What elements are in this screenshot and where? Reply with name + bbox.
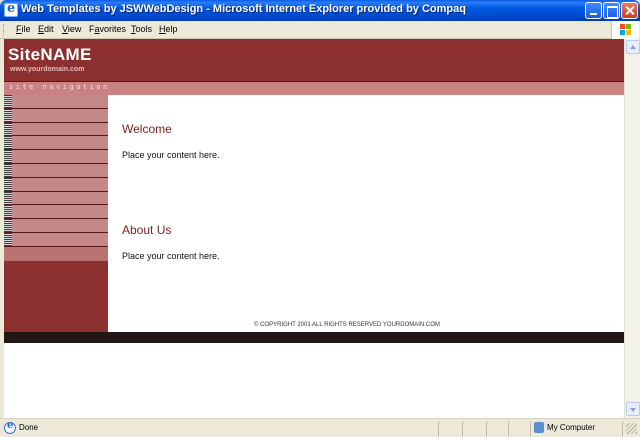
status-bar: Done My Computer xyxy=(0,418,640,437)
close-button[interactable] xyxy=(621,2,638,19)
sidebar-nav-item[interactable] xyxy=(4,232,108,247)
windows-logo-icon xyxy=(611,21,639,39)
status-divider xyxy=(438,421,439,436)
sidebar-nav-item[interactable] xyxy=(4,150,108,164)
status-divider xyxy=(486,421,487,436)
status-divider xyxy=(462,421,463,436)
site-header: SiteNAME www.yourdomain.com xyxy=(4,39,624,81)
minimize-button[interactable] xyxy=(585,2,602,19)
security-zone: My Computer xyxy=(547,423,596,432)
vertical-scrollbar[interactable] xyxy=(624,39,640,418)
welcome-heading: Welcome xyxy=(122,122,172,136)
status-divider xyxy=(622,421,623,436)
menu-view[interactable]: View xyxy=(62,24,81,34)
menu-file[interactable]: File xyxy=(16,24,31,34)
maximize-button[interactable] xyxy=(603,2,620,19)
status-divider xyxy=(530,421,531,436)
resize-grip[interactable] xyxy=(626,423,637,434)
scroll-down-button[interactable] xyxy=(626,402,640,416)
site-domain: www.yourdomain.com xyxy=(10,66,85,73)
site-logo[interactable]: SiteNAME xyxy=(8,45,92,65)
status-divider xyxy=(508,421,509,436)
sidebar-nav-item[interactable] xyxy=(4,136,108,151)
welcome-text: Place your content here. xyxy=(122,150,220,160)
main-content: Welcome Place your content here. About U… xyxy=(108,95,624,332)
sidebar-nav-item[interactable] xyxy=(4,108,108,123)
menu-bar: File Edit View Favorites Tools Help xyxy=(0,21,640,39)
sidebar-nav-list xyxy=(4,95,108,247)
copyright-text: © COPYRIGHT 2001 ALL RIGHTS RESERVED YOU… xyxy=(254,322,440,328)
ie-icon[interactable] xyxy=(4,1,18,17)
sidebar xyxy=(4,95,108,332)
about-text: Place your content here. xyxy=(122,251,220,261)
window-title: Web Templates by JSWWebDesign - Microsof… xyxy=(21,3,466,15)
title-bar[interactable]: Web Templates by JSWWebDesign - Microsof… xyxy=(0,0,640,21)
sidebar-nav-item[interactable] xyxy=(4,205,108,220)
browser-viewport: SiteNAME www.yourdomain.com site navigat… xyxy=(4,39,624,418)
status-text: Done xyxy=(19,423,39,432)
sidebar-nav-item[interactable] xyxy=(4,163,108,178)
about-heading: About Us xyxy=(122,223,172,237)
sidebar-nav-item[interactable] xyxy=(4,122,108,137)
footer-bar xyxy=(4,332,624,343)
site-navigation-label: site navigation xyxy=(9,83,110,91)
scroll-up-button[interactable] xyxy=(626,40,640,54)
sidebar-nav-item[interactable] xyxy=(4,219,108,233)
menu-favorites[interactable]: Favorites xyxy=(89,24,126,34)
menu-tools[interactable]: Tools xyxy=(131,24,152,34)
sidebar-nav-item[interactable] xyxy=(4,191,108,206)
toolbar-grip[interactable] xyxy=(3,24,5,36)
sidebar-nav-footer xyxy=(4,247,108,261)
computer-icon xyxy=(534,422,544,433)
ie-page-icon xyxy=(4,420,16,434)
menu-edit[interactable]: Edit xyxy=(38,24,54,34)
nav-bar: site navigation xyxy=(4,81,624,95)
menu-help[interactable]: Help xyxy=(159,24,178,34)
sidebar-nav-item[interactable] xyxy=(4,177,108,192)
sidebar-nav-item[interactable] xyxy=(4,95,108,109)
